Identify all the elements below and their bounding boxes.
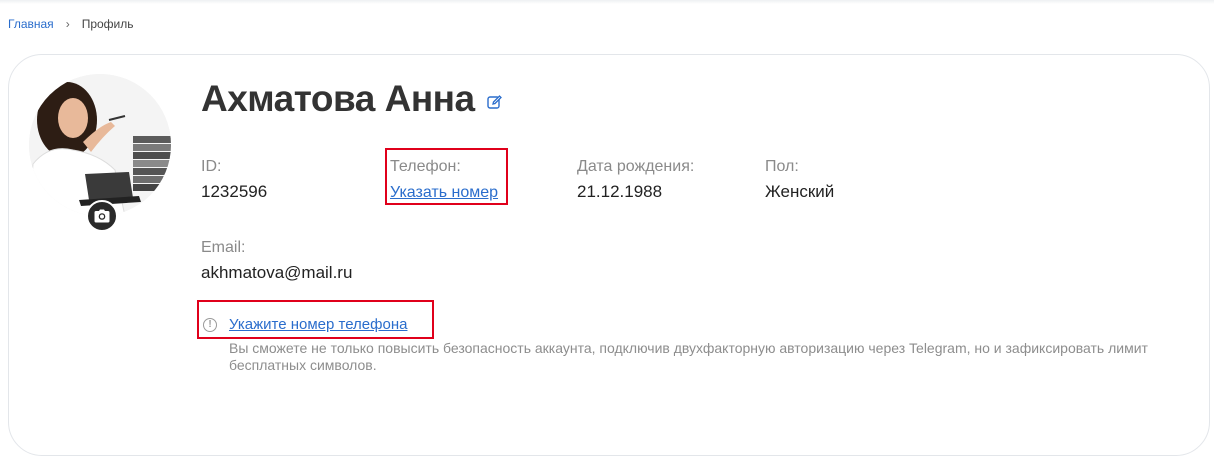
top-divider <box>0 0 1214 4</box>
id-label: ID: <box>201 158 222 175</box>
phone-prompt-hint: Вы сможете не только повысить безопаснос… <box>229 340 1148 373</box>
avatar-photo <box>29 74 171 216</box>
id-value: 1232596 <box>201 182 268 201</box>
edit-pencil-icon[interactable] <box>486 94 502 110</box>
field-email: Email: akhmatova@mail.ru <box>201 238 352 283</box>
email-label: Email: <box>201 239 246 256</box>
breadcrumb: Главная › Профиль <box>8 17 134 31</box>
breadcrumb-current: Профиль <box>81 17 134 31</box>
avatar[interactable] <box>29 74 171 216</box>
phone-highlight-box <box>385 148 508 205</box>
prompt-highlight-box <box>197 300 434 339</box>
email-value: akhmatova@mail.ru <box>201 263 353 282</box>
change-photo-button[interactable] <box>86 200 118 232</box>
profile-name-row: Ахматова Анна <box>201 78 502 120</box>
breadcrumb-home-link[interactable]: Главная <box>8 17 54 31</box>
gender-label: Пол: <box>765 158 799 175</box>
gender-value: Женский <box>765 182 835 201</box>
birthdate-value: 21.12.1988 <box>577 182 663 201</box>
profile-card <box>8 54 1210 456</box>
profile-name: Ахматова Анна <box>201 78 475 119</box>
camera-icon <box>94 209 110 223</box>
breadcrumb-separator: › <box>65 17 70 31</box>
birthdate-label: Дата рождения: <box>577 158 695 175</box>
field-gender: Пол: Женский <box>765 157 834 202</box>
field-id: ID: 1232596 <box>201 157 267 202</box>
field-birthdate: Дата рождения: 21.12.1988 <box>577 157 694 202</box>
